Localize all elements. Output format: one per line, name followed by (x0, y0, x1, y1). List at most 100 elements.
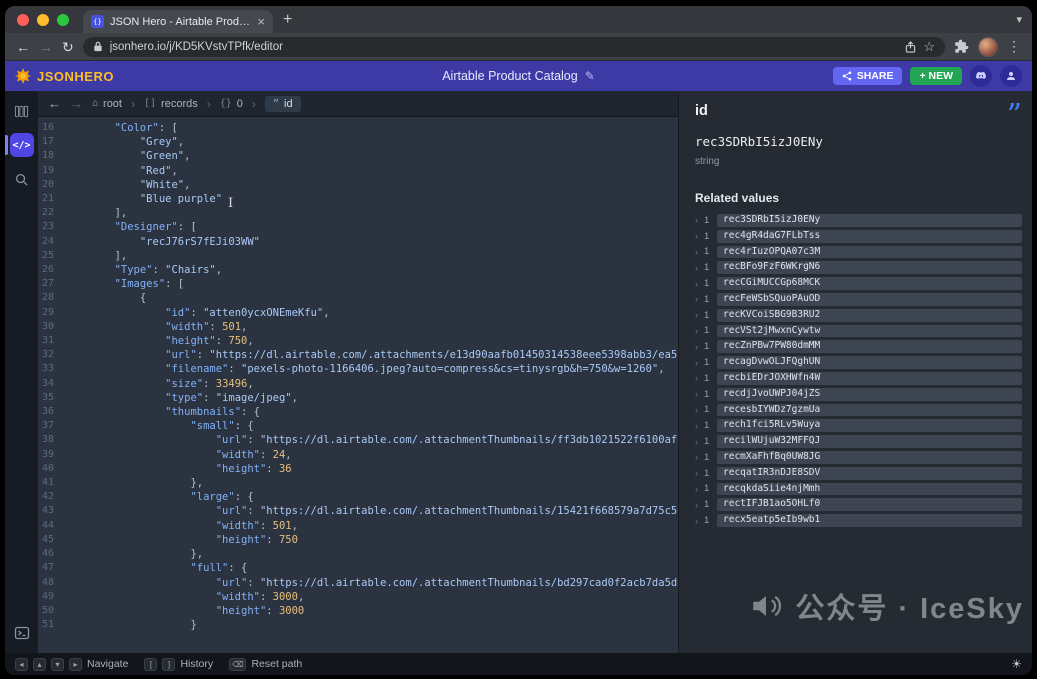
code-line[interactable]: 45 "height": 750 (38, 533, 678, 547)
related-row[interactable]: ›1recFeWSbSQuoPAuOD (695, 293, 1022, 306)
code-line[interactable]: 25 ], (38, 249, 678, 263)
related-row[interactable]: ›1recKVCoiSBG9B3RU2 (695, 309, 1022, 322)
related-row[interactable]: ›1recesbIYWDz7gzmUa (695, 404, 1022, 417)
breadcrumb-item-records[interactable]: [] records (144, 98, 198, 110)
code-line[interactable]: 41 }, (38, 476, 678, 490)
document-title-wrap: Airtable Product Catalog ✎ (442, 69, 595, 83)
code-line[interactable]: 44 "width": 501, (38, 519, 678, 533)
new-document-button[interactable]: + NEW (910, 67, 962, 85)
code-line[interactable]: 34 "size": 33496, (38, 377, 678, 391)
code-text: "small": { (64, 419, 254, 433)
related-row[interactable]: ›1recx5eatp5eIb9wb1 (695, 514, 1022, 527)
code-line[interactable]: 51 } (38, 618, 678, 632)
code-line[interactable]: 23 "Designer": [ (38, 220, 678, 234)
related-row[interactable]: ›1recagDvwOLJFQghUN (695, 356, 1022, 369)
code-line[interactable]: 30 "width": 501, (38, 320, 678, 334)
share-page-icon[interactable] (905, 41, 916, 53)
code-text: "width": 24, (64, 448, 292, 462)
breadcrumb-item-id[interactable]: ” id (265, 96, 301, 112)
profile-avatar[interactable] (978, 37, 998, 57)
json-editor[interactable]: 16 "Color": [17 "Grey",18 "Green",19 "Re… (38, 117, 678, 653)
bookmark-star-icon[interactable]: ☆ (923, 39, 935, 55)
code-line[interactable]: 21 "Blue purple" (38, 192, 678, 206)
code-line[interactable]: 47 "full": { (38, 561, 678, 575)
browser-menu-icon[interactable]: ⋮ (1007, 38, 1021, 55)
related-row[interactable]: ›1recCGiMUCCGp68MCK (695, 277, 1022, 290)
code-line[interactable]: 27 "Images": [ (38, 277, 678, 291)
json-editor-view-button[interactable]: </> (10, 133, 34, 157)
code-line[interactable]: 49 "width": 3000, (38, 590, 678, 604)
line-number: 27 (38, 277, 64, 291)
related-row[interactable]: ›1recbiEDrJOXHWfn4W (695, 372, 1022, 385)
address-bar[interactable]: jsonhero.io/j/KD5KVstvTPfk/editor ☆ (83, 37, 945, 57)
terminal-button[interactable] (10, 621, 34, 645)
code-line[interactable]: 48 "url": "https://dl.airtable.com/.atta… (38, 576, 678, 590)
left-bracket-key-icon: [ (144, 658, 157, 671)
breadcrumb-item-root[interactable]: ⌂ root (92, 98, 122, 110)
code-line[interactable]: 18 "Green", (38, 149, 678, 163)
code-text: "large": { (64, 490, 254, 504)
related-row[interactable]: ›1recilWUjuW32MFFQJ (695, 435, 1022, 448)
browser-tab[interactable]: {} JSON Hero - Airtable Product Catalog … (83, 10, 273, 33)
close-window-button[interactable] (17, 14, 29, 26)
code-text: "width": 3000, (64, 590, 304, 604)
code-line[interactable]: 50 "height": 3000 (38, 604, 678, 618)
code-line[interactable]: 16 "Color": [ (38, 121, 678, 135)
related-row[interactable]: ›1rectIFJB1ao5OHLf0 (695, 498, 1022, 511)
path-back-button[interactable]: ← (48, 96, 61, 111)
zoom-window-button[interactable] (57, 14, 69, 26)
code-line[interactable]: 33 "filename": "pexels-photo-1166406.jpe… (38, 362, 678, 376)
code-line[interactable]: 42 "large": { (38, 490, 678, 504)
related-row[interactable]: ›1recVSt2jMwxnCywtw (695, 325, 1022, 338)
search-view-button[interactable] (10, 167, 34, 191)
discord-button[interactable] (970, 65, 992, 87)
code-line[interactable]: 31 "height": 750, (38, 334, 678, 348)
related-row[interactable]: ›1recBFo9FzF6WKrgN6 (695, 261, 1022, 274)
edit-title-icon[interactable]: ✎ (585, 69, 595, 83)
code-line[interactable]: 46 }, (38, 547, 678, 561)
code-line[interactable]: 24 "recJ76rS7fEJi03WW" (38, 235, 678, 249)
share-button[interactable]: SHARE (833, 67, 903, 85)
related-row[interactable]: ›1recqkdaSiie4njMmh (695, 483, 1022, 496)
code-line[interactable]: 43 "url": "https://dl.airtable.com/.atta… (38, 504, 678, 518)
tab-search-chevron-icon[interactable]: ▾ (1016, 13, 1022, 26)
related-row[interactable]: ›1rec4gR4daG7FLbTss (695, 230, 1022, 243)
tab-close-icon[interactable]: × (257, 15, 265, 28)
code-line[interactable]: 20 "White", (38, 178, 678, 192)
related-row[interactable]: ›1recqatIR3nDJE8SDV (695, 467, 1022, 480)
code-line[interactable]: 22 ], (38, 206, 678, 220)
code-line[interactable]: 36 "thumbnails": { (38, 405, 678, 419)
related-row[interactable]: ›1rech1fci5RLv5Wuya (695, 419, 1022, 432)
code-line[interactable]: 26 "Type": "Chairs", (38, 263, 678, 277)
jsonhero-logo[interactable]: JSONHERO (15, 68, 114, 84)
related-row[interactable]: ›1rec3SDRbI5izJ0ENy (695, 214, 1022, 227)
code-text: "height": 750 (64, 533, 298, 547)
code-line[interactable]: 19 "Red", (38, 164, 678, 178)
account-button[interactable] (1000, 65, 1022, 87)
extensions-puzzle-icon[interactable] (954, 39, 969, 54)
new-tab-button[interactable]: + (283, 12, 292, 28)
code-line[interactable]: 37 "small": { (38, 419, 678, 433)
reload-button[interactable]: ↻ (62, 40, 74, 54)
related-row[interactable]: ›1recmXaFhfBq0UW8JG (695, 451, 1022, 464)
related-row[interactable]: ›1recZnPBw7PW80dmMM (695, 340, 1022, 353)
code-line[interactable]: 32 "url": "https://dl.airtable.com/.atta… (38, 348, 678, 362)
back-button[interactable]: ← (16, 40, 30, 54)
column-view-button[interactable] (10, 99, 34, 123)
theme-toggle-button[interactable]: ☀ (1011, 657, 1022, 671)
code-line[interactable]: 28 { (38, 291, 678, 305)
breadcrumb-item-0[interactable]: {} 0 (220, 98, 243, 110)
code-line[interactable]: 29 "id": "atten0ycxONEmeKfu", (38, 306, 678, 320)
related-row[interactable]: ›1recdjJvoUWPJ04jZS (695, 388, 1022, 401)
minimize-window-button[interactable] (37, 14, 49, 26)
code-line[interactable]: 38 "url": "https://dl.airtable.com/.atta… (38, 433, 678, 447)
related-row[interactable]: ›1rec4rIuzOPQA07c3M (695, 246, 1022, 259)
code-line[interactable]: 39 "width": 24, (38, 448, 678, 462)
code-line[interactable]: 40 "height": 36 (38, 462, 678, 476)
forward-button[interactable]: → (39, 40, 53, 54)
code-line[interactable]: 35 "type": "image/jpeg", (38, 391, 678, 405)
chevron-right-icon: › (695, 389, 698, 399)
code-line[interactable]: 17 "Grey", (38, 135, 678, 149)
path-forward-button[interactable]: → (70, 96, 83, 111)
chevron-right-icon: › (695, 310, 698, 320)
